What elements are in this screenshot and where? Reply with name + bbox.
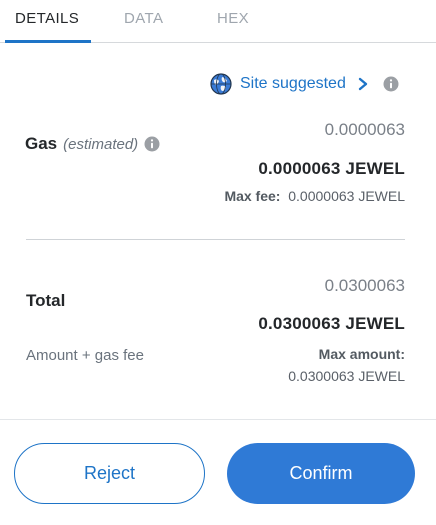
- site-suggested-info-icon[interactable]: [383, 76, 399, 92]
- total-primary-value: 0.0300063 JEWEL: [258, 314, 405, 333]
- confirm-button[interactable]: Confirm: [227, 443, 415, 504]
- gas-secondary-value: 0.0000063: [324, 120, 405, 139]
- section-divider: [26, 239, 405, 240]
- gas-info-icon[interactable]: [144, 136, 160, 152]
- max-fee-value: 0.0000063 JEWEL: [288, 188, 405, 204]
- gas-title: Gas: [25, 134, 58, 153]
- tab-data[interactable]: DATA: [124, 10, 163, 27]
- site-suggested-label: Site suggested: [240, 75, 346, 92]
- active-tab-indicator: [5, 40, 91, 43]
- tab-hex[interactable]: HEX: [217, 10, 249, 27]
- gas-label-row: Gas (estimated): [25, 134, 160, 154]
- footer-divider: [0, 419, 436, 420]
- max-fee-label: Max fee:: [224, 188, 281, 204]
- gas-primary-value: 0.0000063 JEWEL: [258, 159, 405, 178]
- globe-icon: [210, 73, 232, 95]
- chevron-right-icon: [357, 77, 369, 91]
- amount-gas-fee-label: Amount + gas fee: [26, 347, 144, 364]
- gas-max-fee: Max fee: 0.0000063 JEWEL: [224, 188, 405, 204]
- max-amount-label: Max amount:: [318, 346, 405, 362]
- gas-estimated-label: (estimated): [63, 135, 139, 153]
- tab-bar: DETAILS DATA HEX: [0, 0, 436, 43]
- tab-details[interactable]: DETAILS: [15, 10, 79, 27]
- site-suggested-link[interactable]: Site suggested: [210, 72, 369, 96]
- total-title: Total: [26, 291, 66, 310]
- max-amount-value: 0.0300063 JEWEL: [288, 368, 405, 384]
- reject-button[interactable]: Reject: [14, 443, 205, 504]
- total-secondary-value: 0.0300063: [324, 276, 405, 295]
